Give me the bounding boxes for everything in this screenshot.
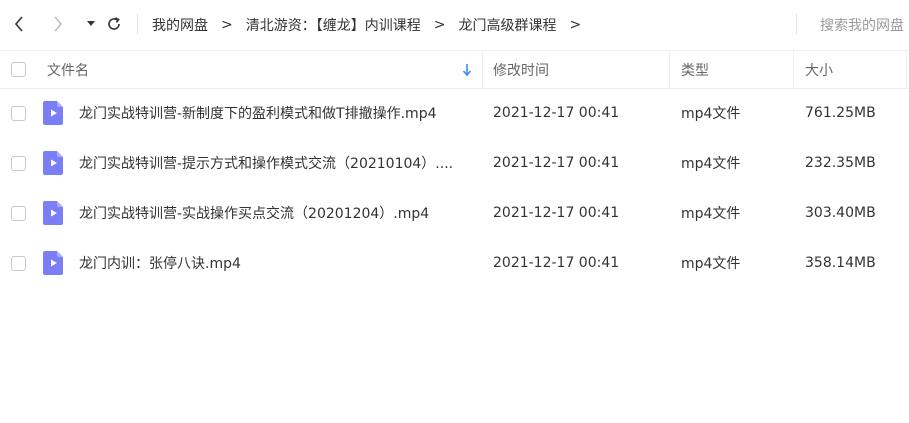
video-file-icon — [43, 101, 63, 125]
select-all-checkbox[interactable] — [11, 62, 26, 77]
search-input[interactable]: 搜索我的网盘 — [820, 0, 909, 50]
breadcrumb-item-course[interactable]: 清北游资：【缠龙】内训课程 — [246, 15, 421, 35]
file-size: 358.14MB — [805, 255, 876, 271]
file-modified-time: 2021-12-17 00:41 — [493, 205, 620, 221]
table-row[interactable]: 龙门实战特训营-新制度下的盈利模式和做T排撤操作.mp4 2021-12-17 … — [0, 88, 909, 138]
video-file-icon — [43, 201, 63, 225]
toolbar-divider — [137, 14, 138, 34]
chevron-right-icon — [54, 16, 63, 32]
table-row[interactable]: 龙门实战特训营-提示方式和操作模式交流（20210104）.... 2021-1… — [0, 138, 909, 188]
video-file-icon — [43, 151, 63, 175]
breadcrumb: 我的网盘 > 清北游资：【缠龙】内训课程 > 龙门高级群课程 > — [152, 0, 594, 50]
breadcrumb-item-root[interactable]: 我的网盘 — [152, 15, 208, 35]
column-divider[interactable] — [669, 51, 670, 88]
file-name[interactable]: 龙门实战特训营-实战操作买点交流（20201204）.mp4 — [79, 188, 474, 238]
file-type: mp4文件 — [681, 206, 741, 222]
toolbar: 我的网盘 > 清北游资：【缠龙】内训课程 > 龙门高级群课程 > 搜索我的网盘 — [0, 0, 909, 50]
file-modified-time: 2021-12-17 00:41 — [493, 105, 620, 121]
column-divider[interactable] — [482, 51, 483, 88]
caret-down-icon — [87, 21, 95, 26]
arrow-down-icon[interactable] — [462, 63, 472, 77]
file-size: 232.35MB — [805, 155, 876, 171]
file-modified-time: 2021-12-17 00:41 — [493, 255, 620, 271]
row-checkbox[interactable] — [11, 105, 26, 121]
column-divider[interactable] — [793, 51, 794, 88]
file-size: 761.25MB — [805, 105, 876, 121]
file-name[interactable]: 龙门内训：张停八诀.mp4 — [79, 238, 474, 288]
chevron-left-icon — [14, 16, 23, 32]
file-type: mp4文件 — [681, 106, 741, 122]
column-divider[interactable] — [906, 51, 907, 88]
table-row[interactable]: 龙门实战特训营-实战操作买点交流（20201204）.mp4 2021-12-1… — [0, 188, 909, 238]
history-dropdown-button[interactable] — [80, 12, 102, 36]
breadcrumb-item-current[interactable]: 龙门高级群课程 — [458, 15, 556, 35]
row-checkbox[interactable] — [11, 205, 26, 221]
column-header-name[interactable]: 文件名 — [47, 51, 89, 88]
table-header: 文件名 修改时间 类型 大小 — [0, 50, 909, 89]
row-checkbox[interactable] — [11, 255, 26, 271]
file-name[interactable]: 龙门实战特训营-提示方式和操作模式交流（20210104）.... — [79, 138, 474, 188]
file-type: mp4文件 — [681, 156, 741, 172]
refresh-button[interactable] — [103, 12, 125, 36]
video-file-icon — [43, 251, 63, 275]
column-header-size[interactable]: 大小 — [805, 51, 833, 88]
row-checkbox[interactable] — [11, 155, 26, 171]
file-name[interactable]: 龙门实战特训营-新制度下的盈利模式和做T排撤操作.mp4 — [79, 88, 474, 138]
column-header-time[interactable]: 修改时间 — [493, 51, 549, 88]
refresh-icon — [108, 17, 120, 30]
forward-button[interactable] — [47, 12, 69, 36]
table-row[interactable]: 龙门内训：张停八诀.mp4 2021-12-17 00:41 mp4文件 358… — [0, 238, 909, 288]
column-header-type[interactable]: 类型 — [681, 51, 709, 88]
breadcrumb-separator: > — [433, 17, 446, 33]
breadcrumb-separator: > — [221, 17, 233, 33]
file-modified-time: 2021-12-17 00:41 — [493, 155, 620, 171]
breadcrumb-separator: > — [569, 17, 582, 33]
search-divider — [796, 14, 797, 34]
file-size: 303.40MB — [805, 205, 876, 221]
back-button[interactable] — [8, 12, 30, 36]
file-type: mp4文件 — [681, 256, 741, 272]
